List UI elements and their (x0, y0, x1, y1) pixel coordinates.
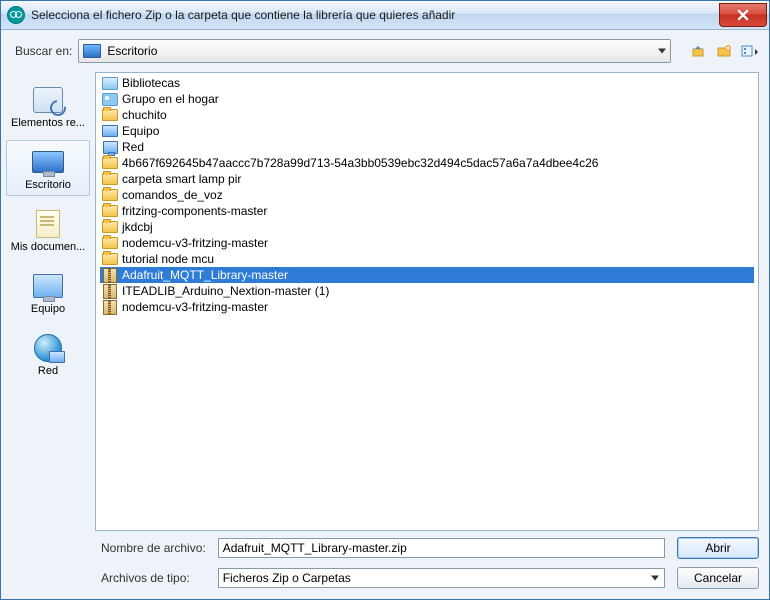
file-name: nodemcu-v3-fritzing-master (122, 236, 268, 250)
desktop-icon (83, 44, 101, 58)
file-name: carpeta smart lamp pir (122, 172, 241, 186)
file-name: jkdcbj (122, 220, 153, 234)
filename-input[interactable] (218, 538, 665, 558)
zip-icon (102, 284, 118, 298)
file-row[interactable]: comandos_de_voz (100, 187, 754, 203)
view-menu-icon[interactable] (741, 42, 759, 60)
zip-icon (102, 300, 118, 314)
look-in-value: Escritorio (107, 44, 157, 58)
computer-icon (102, 124, 118, 138)
file-row[interactable]: Grupo en el hogar (100, 91, 754, 107)
look-in-label: Buscar en: (15, 44, 72, 58)
folder-icon (102, 220, 118, 234)
folder-icon (102, 188, 118, 202)
file-row[interactable]: 4b667f692645b47aaccc7b728a99d713-54a3bb0… (100, 155, 754, 171)
folder-icon (102, 236, 118, 250)
places-item-computer[interactable]: Equipo (6, 264, 90, 320)
file-dialog-window: Selecciona el fichero Zip o la carpeta q… (0, 0, 770, 600)
up-one-level-icon[interactable] (689, 42, 707, 60)
group-icon (102, 92, 118, 106)
file-row[interactable]: Equipo (100, 123, 754, 139)
places-bar: Elementos re... Escritorio Mis documen... E… (1, 72, 95, 531)
file-row[interactable]: ITEADLIB_Arduino_Nextion-master (1) (100, 283, 754, 299)
places-item-label: Elementos re... (9, 117, 87, 129)
chevron-down-icon (658, 49, 666, 54)
places-item-label: Red (9, 365, 87, 377)
file-list: Bibliotecas Grupo en el hogar chuchito Equi… (96, 73, 758, 317)
file-row[interactable]: Adafruit_MQTT_Library-master (100, 267, 754, 283)
folder-icon (102, 108, 118, 122)
file-name: Grupo en el hogar (122, 92, 219, 106)
file-name: 4b667f692645b47aaccc7b728a99d713-54a3bb0… (122, 156, 598, 170)
window-title: Selecciona el fichero Zip o la carpeta q… (31, 8, 719, 22)
places-item-label: Equipo (9, 303, 87, 315)
recent-icon (31, 85, 65, 115)
file-name: comandos_de_voz (122, 188, 223, 202)
dialog-body: Elementos re... Escritorio Mis documen... E… (1, 72, 769, 531)
places-item-label: Escritorio (9, 179, 87, 191)
folder-icon (102, 156, 118, 170)
titlebar: Selecciona el fichero Zip o la carpeta q… (1, 1, 769, 30)
file-row[interactable]: jkdcbj (100, 219, 754, 235)
file-name: chuchito (122, 108, 167, 122)
computer-icon (31, 271, 65, 301)
net-icon (31, 333, 65, 363)
file-name: Adafruit_MQTT_Library-master (122, 268, 288, 282)
filetype-dropdown[interactable] (218, 568, 665, 588)
lib-icon (102, 76, 118, 90)
filename-label: Nombre de archivo: (101, 541, 206, 555)
places-item-label: Mis documen... (9, 241, 87, 253)
docs-icon (31, 209, 65, 239)
file-row[interactable]: nodemcu-v3-fritzing-master (100, 235, 754, 251)
bottom-panel: Nombre de archivo: Abrir Archivos de tip… (1, 531, 769, 599)
file-name: ITEADLIB_Arduino_Nextion-master (1) (122, 284, 329, 298)
look-in-dropdown[interactable]: Escritorio (78, 39, 671, 63)
toolbar: Buscar en: Escritorio (1, 30, 769, 72)
open-button[interactable]: Abrir (677, 537, 759, 559)
toolbar-icons (689, 42, 759, 60)
file-row[interactable]: chuchito (100, 107, 754, 123)
places-item-net[interactable]: Red (6, 326, 90, 382)
file-name: Equipo (122, 124, 159, 138)
folder-icon (102, 172, 118, 186)
file-row[interactable]: carpeta smart lamp pir (100, 171, 754, 187)
filetype-value[interactable] (218, 568, 665, 588)
filetype-label: Archivos de tipo: (101, 571, 206, 585)
monitor-icon (31, 147, 65, 177)
places-item-recent[interactable]: Elementos re... (6, 78, 90, 134)
folder-icon (102, 252, 118, 266)
new-folder-icon[interactable] (715, 42, 733, 60)
places-item-docs[interactable]: Mis documen... (6, 202, 90, 258)
cancel-button[interactable]: Cancelar (677, 567, 759, 589)
file-list-pane[interactable]: Bibliotecas Grupo en el hogar chuchito Equi… (95, 72, 759, 531)
file-row[interactable]: fritzing-components-master (100, 203, 754, 219)
file-name: nodemcu-v3-fritzing-master (122, 300, 268, 314)
file-row[interactable]: nodemcu-v3-fritzing-master (100, 299, 754, 315)
file-name: fritzing-components-master (122, 204, 267, 218)
file-name: Red (122, 140, 144, 154)
arduino-app-icon (7, 6, 25, 24)
network-icon (102, 140, 118, 154)
file-row[interactable]: Red (100, 139, 754, 155)
close-button[interactable] (719, 3, 767, 27)
file-name: Bibliotecas (122, 76, 180, 90)
file-row[interactable]: tutorial node mcu (100, 251, 754, 267)
file-name: tutorial node mcu (122, 252, 214, 266)
folder-icon (102, 204, 118, 218)
zip-icon (102, 268, 118, 282)
file-row[interactable]: Bibliotecas (100, 75, 754, 91)
places-item-monitor[interactable]: Escritorio (6, 140, 90, 196)
close-icon (737, 9, 749, 21)
